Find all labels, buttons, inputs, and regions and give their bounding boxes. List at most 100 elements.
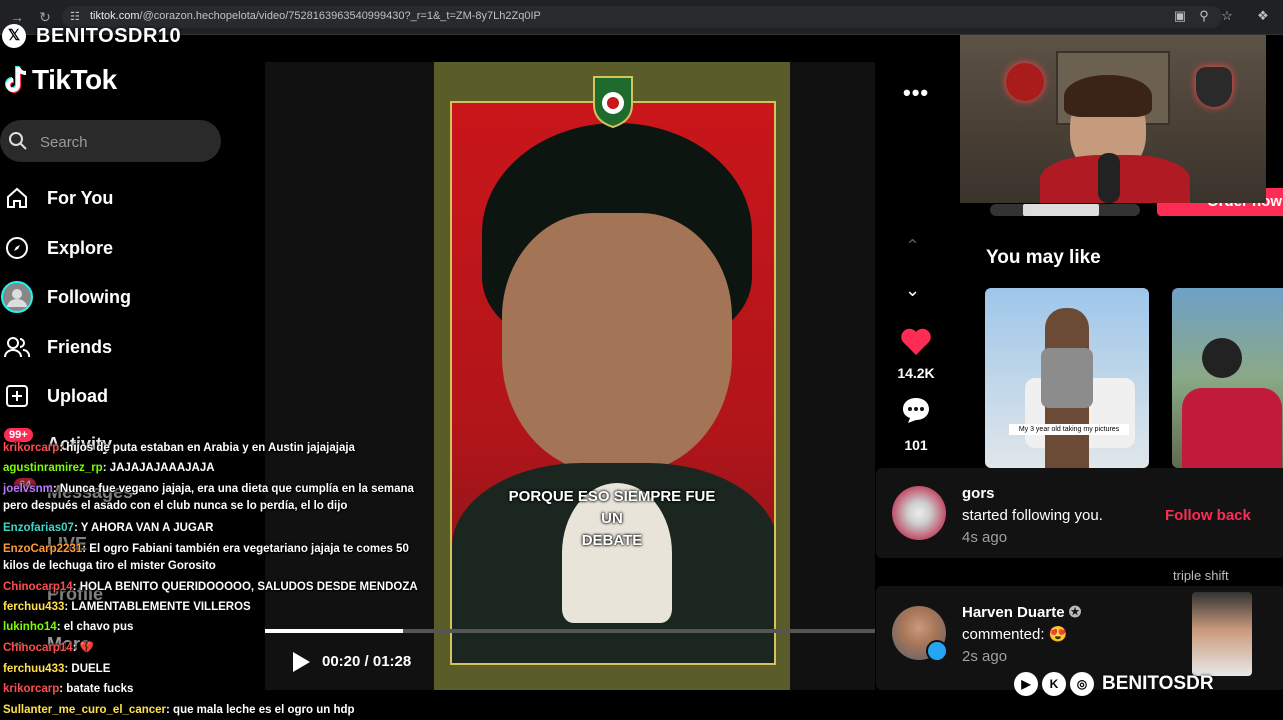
url-text: tiktok.com/@corazon.hechopelota/video/75…	[90, 10, 541, 22]
chat-username: krikorcarp	[3, 442, 60, 454]
streamer-x-handle: BENITOSDR10	[36, 25, 182, 47]
caption-line-1: PORQUE ESO SIEMPRE FUE UN	[508, 488, 716, 527]
river-plate-logo-icon	[1196, 67, 1232, 107]
tiktok-logo[interactable]: TikTok	[4, 64, 117, 96]
more-options-icon[interactable]: •••	[903, 80, 929, 106]
compass-icon	[4, 235, 30, 261]
sidebar-item-label: Friends	[47, 336, 113, 357]
caption-line-2: DEBATE	[581, 532, 643, 549]
video-content	[450, 101, 776, 665]
comment-badge-icon	[926, 640, 948, 662]
follow-back-button[interactable]: Follow back	[1165, 507, 1251, 524]
following-avatar	[0, 280, 34, 314]
instagram-icon: ◎	[1070, 672, 1094, 696]
like-count: 14.2K	[897, 365, 935, 381]
bookmark-star-icon[interactable]: ☆	[1217, 6, 1237, 26]
tiktok-note-icon	[5, 66, 27, 93]
chat-username: Chinocarp14	[3, 642, 73, 654]
social-watermark: ▶ K ◎ BENITOSDR	[1014, 672, 1214, 696]
club-logo-icon	[1006, 63, 1044, 101]
you-may-like-heading: You may like	[986, 247, 1101, 268]
recommended-video-thumbnail[interactable]: My 3 year old taking my pictures	[985, 288, 1149, 468]
friends-icon	[4, 334, 30, 360]
chat-text: : Y AHORA VAN A JUGAR	[73, 522, 214, 534]
chat-message: krikorcarp: batate fucks	[3, 681, 133, 698]
video-subject-face	[502, 213, 732, 473]
chat-message: Enzofarias07: Y AHORA VAN A JUGAR	[3, 520, 213, 537]
notification-username: Harven Duarte ✪	[962, 604, 1082, 621]
x-logo-icon: 𝕏	[2, 24, 26, 48]
partial-video-title: triple shift	[1173, 568, 1229, 583]
search-icon	[9, 132, 27, 150]
chat-message: EnzoCarp2231: El ogro Fabiani también er…	[3, 541, 409, 575]
chat-username: EnzoCarp2231	[3, 543, 83, 555]
chat-text: : HOLA BENITO QUERIDOOOOO, SALUDOS DESDE…	[72, 581, 418, 593]
chat-message: joelvsnm: Nunca fue vegano jajaja, era u…	[3, 481, 414, 515]
chat-text: : DUELE	[64, 663, 111, 675]
sidebar-item-label: Upload	[47, 385, 108, 406]
cast-icon[interactable]: ▣	[1170, 6, 1190, 26]
microphone-icon	[1098, 153, 1120, 203]
video-caption: PORQUE ESO SIEMPRE FUE UN DEBATE	[500, 486, 724, 552]
upload-icon	[4, 383, 30, 409]
search-input[interactable]	[38, 130, 212, 154]
follow-notification[interactable]: gors started following you. 4s ago Follo…	[876, 468, 1283, 558]
chat-username: Enzofarias07	[3, 522, 74, 534]
sidebar-item-label: Explore	[47, 237, 114, 258]
chat-text: : Nunca fue vegano jajaja, era una dieta…	[52, 483, 414, 495]
browser-toolbar: → ↻ ☷ tiktok.com/@corazon.hechopelota/vi…	[0, 0, 1283, 35]
streamer-hair	[1064, 75, 1152, 117]
search-box[interactable]	[0, 120, 221, 162]
sidebar-item-label: For You	[47, 187, 114, 208]
chat-text: : 💔	[72, 642, 95, 654]
home-icon	[4, 185, 30, 211]
comment-count: 101	[904, 437, 928, 453]
chat-username: krikorcarp	[3, 683, 60, 695]
address-bar[interactable]: ☷ tiktok.com/@corazon.hechopelota/video/…	[62, 6, 1222, 28]
sidebar-item-explore[interactable]: Explore	[4, 232, 113, 264]
chat-text: : que mala leche es el ogro un hdp	[166, 704, 355, 716]
recommended-video-thumbnail[interactable]	[1172, 288, 1283, 468]
club-crest-icon	[593, 76, 633, 129]
sidebar-item-for-you[interactable]: For You	[4, 182, 113, 214]
play-icon[interactable]	[290, 651, 312, 673]
video-progress-fill	[265, 629, 403, 633]
like-heart-icon[interactable]	[899, 325, 933, 359]
extensions-icon[interactable]: ❖	[1253, 6, 1273, 26]
chat-username: Chinocarp14	[3, 581, 73, 593]
chat-message: Chinocarp14: 💔	[3, 640, 94, 657]
chat-text-continued: kilos de lechuga tiro el mister Gorosito	[3, 560, 216, 572]
social-handle: BENITOSDR	[1102, 673, 1214, 694]
chat-message: Chinocarp14: HOLA BENITO QUERIDOOOOO, SA…	[3, 579, 418, 596]
reload-icon[interactable]: ↻	[36, 8, 54, 26]
notification-text: started following you.	[962, 507, 1103, 524]
chat-message: ferchuu433: LAMENTABLEMENTE VILLEROS	[3, 599, 251, 616]
chat-text: : hijos de puta estaban en Arabia y en A…	[59, 442, 355, 454]
kick-icon: K	[1042, 672, 1066, 696]
video-time: 00:20 / 01:28	[322, 653, 412, 670]
site-settings-icon[interactable]: ☷	[70, 10, 80, 23]
sidebar-item-friends[interactable]: Friends	[4, 331, 112, 363]
sidebar-item-upload[interactable]: Upload	[4, 380, 108, 412]
chevron-down-icon[interactable]: ⌄	[905, 280, 920, 301]
scroll-indicator	[990, 204, 1140, 216]
zoom-icon[interactable]: ⚲	[1194, 6, 1214, 26]
chat-message: krikorcarp: hijos de puta estaban en Ara…	[3, 440, 355, 457]
youtube-icon: ▶	[1014, 672, 1038, 696]
chat-username: Sullanter_me_curo_el_cancer	[3, 704, 167, 716]
chat-username: lukinho14	[3, 621, 57, 633]
thumbnail-caption: My 3 year old taking my pictures	[1009, 424, 1129, 435]
chat-text-continued: pero después el asado con el club nunca …	[3, 500, 348, 512]
notification-username: gors	[962, 485, 995, 502]
sidebar-item-following[interactable]: Following	[0, 281, 131, 313]
chat-message: Sullanter_me_curo_el_cancer: que mala le…	[3, 702, 355, 719]
chevron-up-icon[interactable]: ⌃	[905, 236, 920, 257]
notification-time: 2s ago	[962, 648, 1008, 665]
sidebar-item-label: Following	[47, 286, 131, 307]
tiktok-wordmark: TikTok	[32, 64, 117, 95]
commented-video-thumbnail[interactable]	[1192, 592, 1252, 676]
notification-text: commented: 😍	[962, 626, 1068, 643]
comment-icon[interactable]	[901, 395, 931, 425]
chat-username: agustinramirez_rp	[3, 462, 103, 474]
chat-text: : LAMENTABLEMENTE VILLEROS	[64, 601, 251, 613]
